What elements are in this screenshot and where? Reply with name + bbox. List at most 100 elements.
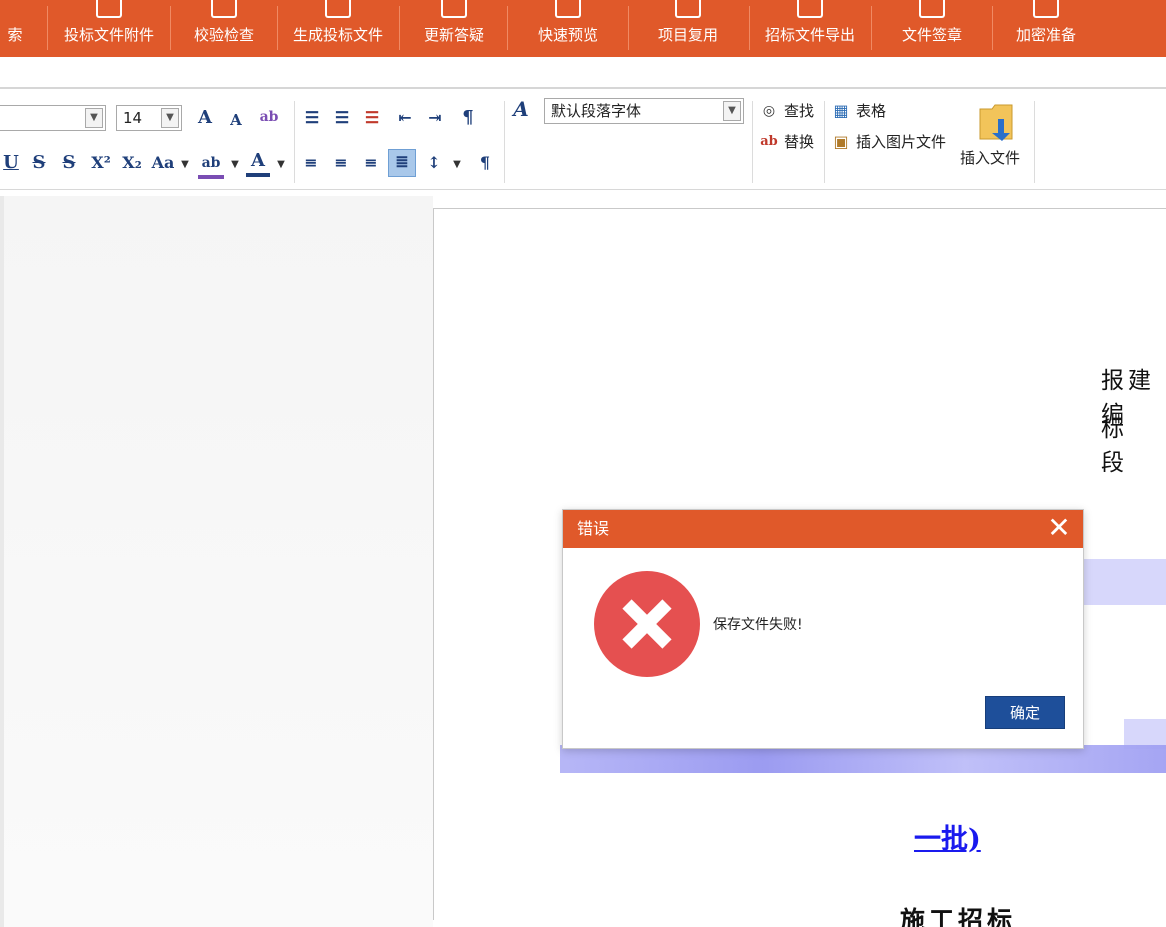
font-size-select[interactable]: 14 ▼	[116, 105, 182, 131]
bullet-list-icon[interactable]: ☰	[300, 106, 324, 130]
redacted-region	[560, 745, 1166, 773]
toolbar-project-reuse-button[interactable]: 项目复用	[640, 0, 736, 57]
toolbar-export-tender-label: 招标文件导出	[764, 26, 855, 44]
chevron-down-icon[interactable]: ▼	[274, 153, 288, 177]
doc-line-section: 标 段	[1101, 416, 1128, 476]
ribbon-divider	[752, 101, 753, 183]
toolbar-search-button[interactable]: 索	[0, 0, 30, 57]
insert-table-button[interactable]: ▦ 表格	[830, 99, 900, 123]
image-icon: ▣	[833, 132, 849, 151]
signature-icon	[919, 0, 945, 18]
reuse-icon	[675, 0, 701, 18]
underline-icon[interactable]: U	[2, 151, 20, 175]
toolbar-bid-attachments-label: 投标文件附件	[63, 26, 154, 44]
increase-indent-icon[interactable]: ⇥	[422, 106, 448, 130]
paragraph-style-select[interactable]: 默认段落字体 ▼	[544, 98, 744, 124]
toolbar-quick-preview-button[interactable]: 快速预览	[520, 0, 616, 57]
toolbar-bid-attachments-button[interactable]: 投标文件附件	[54, 0, 164, 57]
insert-image-label: 插入图片文件	[856, 133, 947, 151]
dialog-title: 错误	[577, 519, 610, 538]
line-spacing-icon[interactable]: ↕	[422, 151, 446, 175]
chevron-down-icon[interactable]: ▼	[228, 153, 242, 177]
dialog-message: 保存文件失败!	[713, 617, 803, 633]
replace-icon: ab	[760, 134, 778, 149]
doc-link-batch[interactable]: 一批)	[914, 817, 981, 856]
decrease-indent-icon[interactable]: ⇤	[392, 106, 418, 130]
chevron-down-icon[interactable]: ▼	[178, 153, 192, 177]
redacted-region	[1084, 559, 1166, 605]
toolbar-search-label: 索	[7, 26, 23, 44]
doc-heading-construction: 施工招标	[900, 906, 1017, 927]
superscript-icon[interactable]: X²	[90, 151, 112, 175]
toolbar-divider	[871, 6, 872, 50]
chevron-down-icon: ▼	[723, 101, 741, 121]
error-dialog: 错误 ✕ 保存文件失败! 确定	[562, 509, 1084, 749]
multilevel-list-icon[interactable]: ☰	[360, 106, 384, 130]
table-icon: ▦	[833, 101, 849, 120]
paragraph-mark-icon[interactable]: ¶	[456, 106, 480, 130]
close-icon[interactable]: ✕	[1043, 513, 1075, 545]
font-color-icon[interactable]: A	[246, 149, 270, 177]
error-icon	[594, 571, 700, 677]
toolbar-validate-button[interactable]: 校验检查	[178, 0, 270, 57]
toolbar-encrypt-prep-button[interactable]: 加密准备	[998, 0, 1094, 57]
find-button[interactable]: ◎ 查找	[758, 99, 820, 123]
ok-button[interactable]: 确定	[985, 696, 1065, 729]
folder-icon	[979, 104, 1013, 141]
toolbar-validate-label: 校验检查	[193, 26, 254, 44]
ribbon-divider	[1034, 101, 1035, 183]
insert-file-button[interactable]: 插入文件	[958, 99, 1030, 175]
justify-icon[interactable]: ≣	[388, 149, 416, 177]
highlight-color-icon[interactable]: ab	[198, 151, 224, 179]
replace-label: 替换	[784, 133, 815, 151]
toolbar-update-qa-label: 更新答疑	[423, 26, 484, 44]
export-icon	[797, 0, 823, 18]
style-icon[interactable]: A	[508, 97, 534, 121]
insert-file-label: 插入文件	[960, 149, 1021, 167]
show-paragraph-icon[interactable]: ¶	[472, 151, 498, 175]
toolbar-export-tender-button[interactable]: 招标文件导出	[756, 0, 864, 57]
grow-font-icon[interactable]: A	[192, 106, 218, 130]
pane-edge	[0, 196, 4, 927]
align-left-icon[interactable]: ≡	[298, 151, 324, 175]
chevron-down-icon: ▼	[85, 108, 103, 128]
strikethrough-icon[interactable]: S	[28, 151, 50, 175]
ribbon-divider	[824, 101, 825, 183]
toolbar-file-signature-button[interactable]: 文件签章	[884, 0, 980, 57]
chevron-down-icon: ▼	[161, 108, 179, 128]
ribbon-divider	[294, 101, 295, 183]
paragraph-style-value: 默认段落字体	[551, 102, 642, 120]
numbered-list-icon[interactable]: ☰	[330, 106, 354, 130]
align-center-icon[interactable]: ≡	[328, 151, 354, 175]
attachment-icon	[96, 0, 122, 18]
shrink-font-icon[interactable]: A	[224, 108, 248, 132]
toolbar-quick-preview-label: 快速预览	[537, 26, 598, 44]
toolbar-divider	[507, 6, 508, 50]
toolbar-divider	[749, 6, 750, 50]
ribbon-divider	[504, 101, 505, 183]
align-right-icon[interactable]: ≡	[358, 151, 384, 175]
replace-button[interactable]: ab 替换	[758, 130, 820, 154]
toolbar-encrypt-prep-label: 加密准备	[1015, 26, 1076, 44]
change-case-icon[interactable]: Aa	[150, 151, 176, 175]
update-icon	[441, 0, 467, 18]
insert-image-button[interactable]: ▣ 插入图片文件	[830, 130, 954, 154]
font-size-value: 14	[123, 109, 143, 127]
menu-strip	[0, 57, 1166, 89]
clear-format-icon[interactable]: ab	[256, 105, 282, 129]
font-name-select[interactable]: ▼	[0, 105, 106, 131]
generate-icon	[325, 0, 351, 18]
lock-icon	[1033, 0, 1059, 18]
toolbar-generate-bid-button[interactable]: 生成投标文件	[282, 0, 394, 57]
chevron-down-icon[interactable]: ▼	[450, 153, 464, 177]
toolbar-project-reuse-label: 项目复用	[657, 26, 718, 44]
navigation-pane[interactable]	[0, 196, 433, 927]
find-label: 查找	[784, 102, 815, 120]
insert-table-label: 表格	[856, 102, 887, 120]
subscript-icon[interactable]: X₂	[120, 151, 144, 175]
toolbar-update-qa-button[interactable]: 更新答疑	[406, 0, 502, 57]
dialog-title-bar: 错误	[563, 510, 1083, 548]
binoculars-icon: ◎	[762, 103, 776, 119]
validate-icon	[211, 0, 237, 18]
double-strikethrough-icon[interactable]: S	[58, 151, 80, 175]
